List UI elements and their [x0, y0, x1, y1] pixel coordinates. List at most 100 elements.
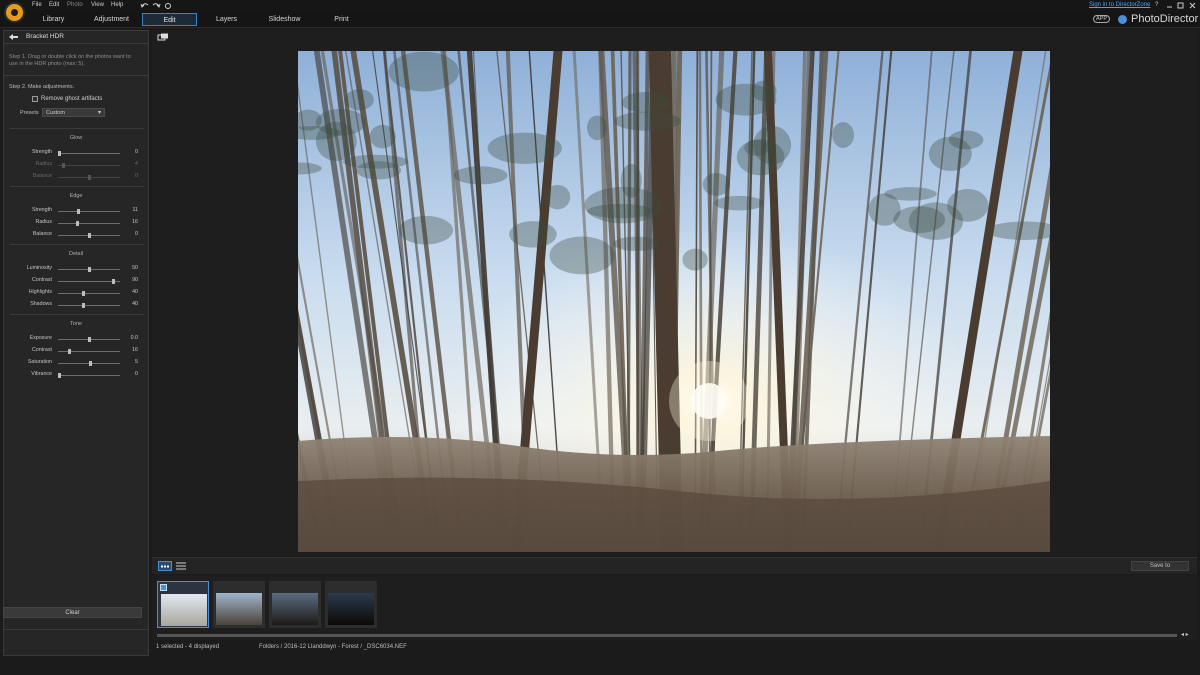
- save-to-button[interactable]: Save to: [1131, 561, 1189, 571]
- status-bar: 1 selected - 4 displayed Folders / 2016-…: [152, 641, 1197, 655]
- divider: [4, 75, 148, 76]
- module-tab-bar: Library Adjustment Edit Layers Slideshow…: [0, 11, 1200, 28]
- tab-edit[interactable]: Edit: [142, 13, 197, 26]
- ghost-checkbox[interactable]: [32, 96, 38, 102]
- tab-library[interactable]: Library: [26, 13, 81, 26]
- slider-label: Balance: [32, 173, 52, 179]
- compare-view-icon[interactable]: [157, 33, 169, 42]
- thumbnail-4[interactable]: [325, 581, 377, 628]
- slider-handle[interactable]: [76, 209, 80, 214]
- slider-label: Contrast: [31, 347, 52, 353]
- tab-adjustment[interactable]: Adjustment: [84, 13, 139, 26]
- hdr-panel: Bracket HDR Step 1. Drag or double click…: [3, 30, 149, 656]
- app-logo-icon: [4, 2, 25, 23]
- slider-value: 4: [135, 161, 138, 167]
- slider-handle[interactable]: [88, 337, 91, 342]
- slider-saturation[interactable]: [58, 361, 120, 366]
- undo-redo-icons[interactable]: [140, 1, 172, 10]
- slider-label: Strength: [31, 207, 52, 213]
- slider-value: 0: [135, 173, 138, 179]
- menu-view[interactable]: View: [91, 2, 104, 8]
- slider-handle[interactable]: [81, 303, 85, 308]
- section-divider: [10, 128, 144, 129]
- window-controls[interactable]: [1166, 2, 1198, 10]
- tab-layers[interactable]: Layers: [199, 13, 254, 26]
- slider-handle[interactable]: [81, 291, 85, 296]
- slider-contrast[interactable]: [58, 349, 120, 354]
- thumbnail-2[interactable]: [213, 581, 265, 628]
- slider-value: 0: [135, 231, 138, 237]
- slider-strength[interactable]: [58, 209, 120, 214]
- slider-highlights[interactable]: [58, 291, 120, 296]
- brand-name: PhotoDirector: [1131, 13, 1199, 25]
- slider-handle[interactable]: [68, 349, 72, 354]
- sign-in-link[interactable]: Sign in to DirectorZone: [1089, 2, 1150, 8]
- slider-luminosity[interactable]: [58, 267, 120, 272]
- presets-dropdown[interactable]: Custom ▾: [42, 108, 105, 117]
- slider-exposure[interactable]: [58, 337, 120, 342]
- slider-balance[interactable]: [58, 233, 120, 238]
- tab-print[interactable]: Print: [314, 13, 369, 26]
- back-arrow-icon[interactable]: [8, 33, 19, 41]
- filmstrip-scrollbar[interactable]: [157, 634, 1177, 637]
- slider-handle[interactable]: [88, 267, 91, 272]
- slider-value: 16: [132, 347, 138, 353]
- menu-file[interactable]: File: [32, 2, 42, 8]
- slider-value: 16: [132, 219, 138, 225]
- slider-value: 11: [132, 207, 139, 213]
- slider-handle[interactable]: [111, 279, 115, 284]
- slider-radius[interactable]: [58, 163, 120, 168]
- clear-button[interactable]: Clear: [3, 607, 142, 618]
- slider-radius[interactable]: [58, 221, 120, 226]
- slider-value: 40: [132, 301, 138, 307]
- tab-slideshow[interactable]: Slideshow: [257, 13, 312, 26]
- filmstrip-toolbar: Save to: [152, 557, 1197, 574]
- menu-photo[interactable]: Photo: [67, 2, 83, 8]
- slider-handle[interactable]: [88, 233, 91, 238]
- slider-handle[interactable]: [61, 163, 65, 168]
- slider-vibrance[interactable]: [58, 373, 120, 378]
- filmstrip: ◂ ▸: [152, 575, 1197, 640]
- slider-label: Vibrance: [31, 371, 52, 377]
- slider-strength[interactable]: [58, 151, 120, 156]
- thumbnail-view-icon[interactable]: [158, 561, 172, 571]
- slider-handle[interactable]: [58, 151, 62, 156]
- scroll-arrows-icon[interactable]: ◂ ▸: [1181, 631, 1189, 638]
- slider-handle[interactable]: [88, 175, 91, 180]
- slider-value: 5: [135, 359, 138, 365]
- slider-value: 0.0: [130, 335, 138, 341]
- help-icon[interactable]: ?: [1155, 2, 1158, 8]
- slider-shadows[interactable]: [58, 303, 120, 308]
- thumbnail-image: [216, 593, 262, 625]
- file-path: Folders / 2016-12 Llanddwyn - Forest / _…: [259, 644, 407, 650]
- slider-balance[interactable]: [58, 175, 120, 180]
- slider-value: 40: [132, 289, 138, 295]
- app-badge[interactable]: APP: [1093, 15, 1111, 23]
- menu-edit[interactable]: Edit: [49, 2, 59, 8]
- list-view-icon[interactable]: [176, 562, 186, 570]
- slider-handle[interactable]: [89, 361, 93, 366]
- hdr-photo-preview: [298, 51, 1050, 552]
- slider-value: 0: [135, 149, 138, 155]
- slider-label: Luminosity: [26, 265, 52, 271]
- slider-contrast[interactable]: [58, 279, 120, 284]
- brand-icon: [1118, 15, 1127, 24]
- section-divider: [10, 186, 144, 187]
- slider-value: 90: [132, 277, 138, 283]
- menu-bar: File Edit Photo View Help Sign in to Dir…: [0, 0, 1200, 11]
- section-title-glow: Glow: [69, 135, 83, 141]
- thumbnail-1[interactable]: [157, 581, 209, 628]
- menu-help[interactable]: Help: [111, 2, 123, 8]
- slider-label: Exposure: [29, 335, 52, 341]
- section-divider: [10, 314, 144, 315]
- slider-handle[interactable]: [75, 221, 79, 226]
- slider-label: Balance: [32, 231, 52, 237]
- divider: [4, 43, 148, 44]
- selected-check-icon: [160, 584, 167, 591]
- slider-label: Radius: [35, 161, 53, 167]
- slider-handle[interactable]: [58, 373, 62, 378]
- selection-count: 1 selected - 4 displayed: [156, 644, 220, 650]
- thumbnail-3[interactable]: [269, 581, 321, 628]
- ghost-label: Remove ghost artifacts: [41, 96, 103, 102]
- slider-label: Strength: [31, 149, 52, 155]
